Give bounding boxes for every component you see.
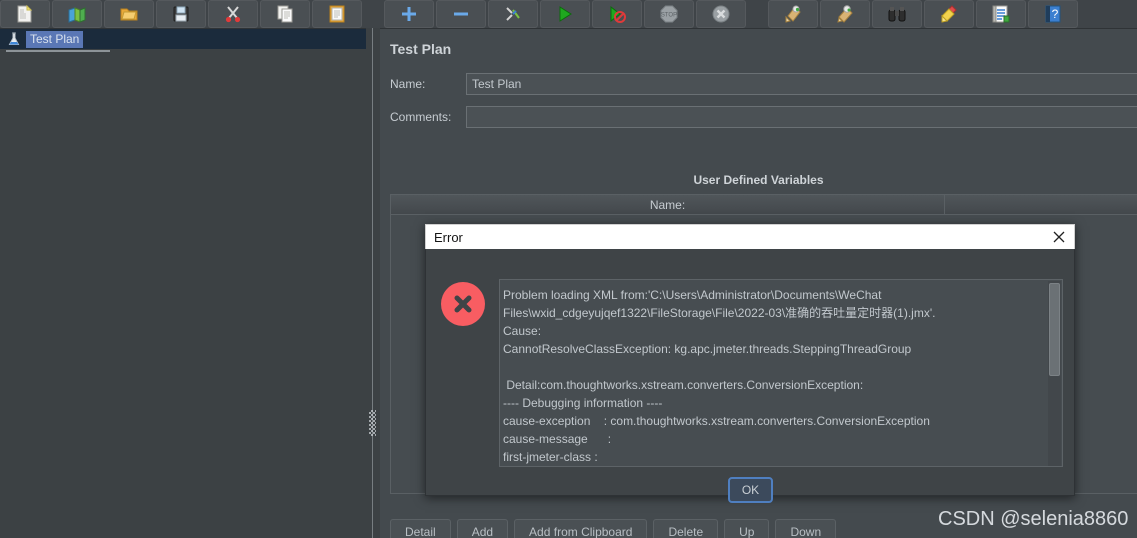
- comments-label: Comments:: [390, 110, 452, 124]
- templates-button[interactable]: [52, 0, 102, 28]
- dialog-body: Problem loading XML from:'C:\Users\Admin…: [425, 249, 1075, 503]
- copy-pages-icon: [275, 4, 295, 24]
- play-no-pause-icon: [607, 4, 627, 24]
- notepad-icon: [991, 4, 1011, 24]
- up-button[interactable]: Up: [724, 519, 770, 538]
- new-document-icon: [15, 4, 35, 24]
- splitter-bar: [372, 28, 373, 538]
- open-folder-icon: [119, 4, 139, 24]
- play-green-icon: [555, 4, 575, 24]
- name-field-row: Name:: [390, 73, 1137, 95]
- table-action-buttons: Detail Add Add from Clipboard Delete Up …: [390, 519, 837, 538]
- splitter-grip[interactable]: [369, 410, 376, 436]
- toggle-button[interactable]: [488, 0, 538, 28]
- reset-search-button[interactable]: [924, 0, 974, 28]
- table-header-row: Name:: [391, 195, 1137, 215]
- toolbar-group-run: STOP: [384, 0, 748, 28]
- detail-button[interactable]: Detail: [390, 519, 451, 538]
- test-plan-flask-icon: [6, 31, 22, 47]
- down-button[interactable]: Down: [775, 519, 837, 538]
- test-plan-tree-panel: Test Plan: [0, 28, 366, 538]
- start-no-pauses-button[interactable]: [592, 0, 642, 28]
- user-defined-variables-title: User Defined Variables: [693, 173, 824, 187]
- error-message-area[interactable]: Problem loading XML from:'C:\Users\Admin…: [499, 279, 1063, 467]
- clear-button[interactable]: [768, 0, 818, 28]
- plus-icon: [399, 4, 419, 24]
- minus-icon: [451, 4, 471, 24]
- shutdown-x-icon: [711, 4, 731, 24]
- ok-button[interactable]: OK: [728, 477, 773, 503]
- name-input[interactable]: [466, 73, 1137, 95]
- error-message-text: Problem loading XML from:'C:\Users\Admin…: [503, 288, 936, 464]
- name-label: Name:: [390, 77, 426, 91]
- expand-all-button[interactable]: [384, 0, 434, 28]
- column-header-name[interactable]: Name:: [391, 195, 945, 214]
- close-icon[interactable]: [1044, 225, 1074, 249]
- collapse-all-button[interactable]: [436, 0, 486, 28]
- delete-button[interactable]: Delete: [653, 519, 719, 538]
- save-floppy-icon: [171, 4, 191, 24]
- add-from-clipboard-button[interactable]: Add from Clipboard: [514, 519, 648, 538]
- paste-button[interactable]: [312, 0, 362, 28]
- error-message-scrollbar[interactable]: [1048, 281, 1061, 466]
- save-button[interactable]: [156, 0, 206, 28]
- tree-node-label: Test Plan: [26, 30, 84, 48]
- column-header-value[interactable]: [945, 195, 1137, 214]
- help-button[interactable]: ?: [1028, 0, 1078, 28]
- svg-text:STOP: STOP: [661, 13, 677, 19]
- question-help-icon: ?: [1043, 4, 1063, 24]
- search-button[interactable]: [872, 0, 922, 28]
- dialog-titlebar: Error: [425, 224, 1075, 249]
- error-circle-x-icon: [441, 282, 485, 326]
- svg-text:?: ?: [1052, 7, 1059, 21]
- toolbar-separator-2: [748, 0, 768, 28]
- toolbar-group-file: [0, 0, 364, 28]
- broom-clear-icon: [783, 4, 803, 24]
- main-toolbar: STOP ?: [0, 0, 1137, 28]
- templates-books-icon: [67, 4, 87, 24]
- toggle-pencil-icon: [503, 4, 523, 24]
- toolbar-separator-1: [364, 0, 384, 28]
- copy-button[interactable]: [260, 0, 310, 28]
- dialog-title: Error: [434, 229, 463, 245]
- function-helper-button[interactable]: [976, 0, 1026, 28]
- binoculars-icon: [887, 4, 907, 24]
- comments-input[interactable]: [466, 106, 1137, 128]
- error-dialog: Error Problem loading XML from:'C:\Users…: [425, 224, 1075, 503]
- broom-clear-all-icon: [835, 4, 855, 24]
- add-button[interactable]: Add: [456, 519, 509, 538]
- panel-splitter[interactable]: [366, 28, 380, 538]
- stop-button[interactable]: STOP: [644, 0, 694, 28]
- comments-field-row: Comments:: [390, 106, 1137, 128]
- paste-clipboard-icon: [327, 4, 347, 24]
- broom-yellow-icon: [939, 4, 959, 24]
- jmeter-window: STOP ? Test Plan Test Plan Name: Test Pl…: [0, 0, 1137, 538]
- toolbar-group-tools: ?: [768, 0, 1080, 28]
- shutdown-button[interactable]: [696, 0, 746, 28]
- scrollbar-thumb[interactable]: [1049, 283, 1060, 376]
- page-title: Test Plan: [390, 41, 452, 57]
- clear-all-button[interactable]: [820, 0, 870, 28]
- start-button[interactable]: [540, 0, 590, 28]
- open-button[interactable]: [104, 0, 154, 28]
- cut-button[interactable]: [208, 0, 258, 28]
- stop-sign-icon: STOP: [659, 4, 679, 24]
- new-button[interactable]: [0, 0, 50, 28]
- scissors-icon: [223, 4, 243, 24]
- tree-node-test-plan[interactable]: Test Plan: [0, 29, 366, 49]
- tree-node-underline: [6, 50, 110, 52]
